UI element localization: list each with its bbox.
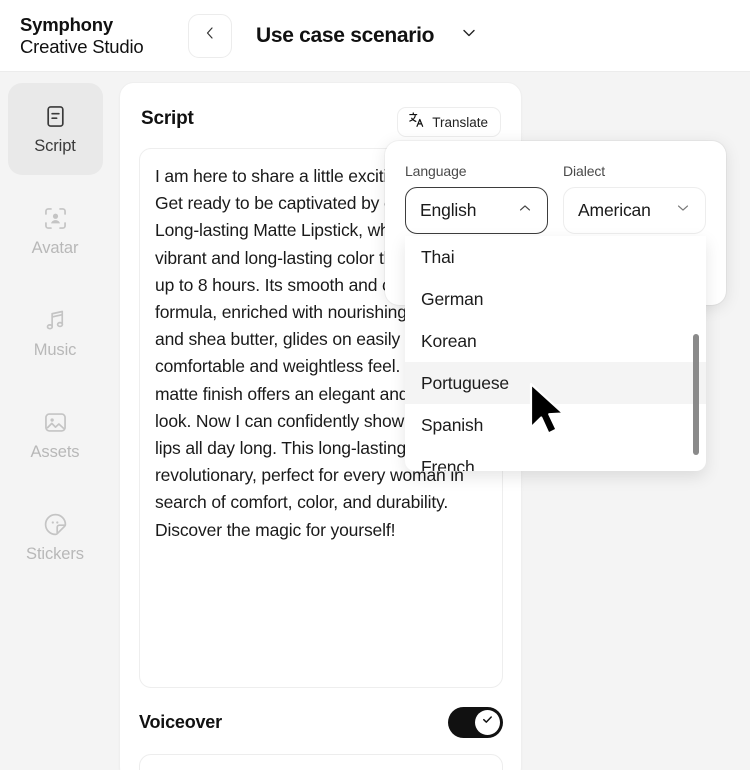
language-option-spanish[interactable]: Spanish <box>405 404 706 446</box>
sidebar-item-assets[interactable]: Assets <box>8 389 103 481</box>
brand-name-line2: Creative Studio <box>20 36 180 57</box>
document-icon <box>42 103 69 130</box>
language-option-thai[interactable]: Thai <box>405 236 706 278</box>
language-option-korean[interactable]: Korean <box>405 320 706 362</box>
sidebar-item-label: Music <box>34 341 77 360</box>
sidebar-item-stickers[interactable]: Stickers <box>8 491 103 583</box>
sidebar-item-script[interactable]: Script <box>8 83 103 175</box>
translate-label: Translate <box>432 115 488 130</box>
sidebar: Script Avatar Music <box>0 73 110 770</box>
app-header: Symphony Creative Studio Use case scenar… <box>0 0 750 72</box>
sidebar-item-label: Assets <box>31 443 80 462</box>
chevron-down-icon <box>675 200 691 221</box>
check-icon <box>481 713 494 731</box>
chevron-down-icon <box>471 766 487 770</box>
language-select[interactable]: English <box>405 187 548 234</box>
language-option-portuguese[interactable]: Portuguese <box>405 362 706 404</box>
script-panel-title: Script <box>141 108 194 130</box>
image-icon <box>42 409 69 436</box>
dialect-select[interactable]: American <box>563 187 706 234</box>
chevron-up-icon <box>517 200 533 221</box>
voiceover-toggle[interactable] <box>448 707 503 738</box>
chevron-left-icon <box>203 26 217 45</box>
language-option-german[interactable]: German <box>405 278 706 320</box>
translate-icon <box>408 111 425 133</box>
dialect-label: Dialect <box>563 163 706 179</box>
sidebar-item-label: Stickers <box>26 545 84 564</box>
avatar-frame-icon <box>42 205 69 232</box>
toggle-knob <box>475 710 500 735</box>
sidebar-item-label: Avatar <box>32 239 79 258</box>
chevron-down-icon <box>460 24 478 47</box>
voiceover-row: Voiceover <box>139 705 503 739</box>
language-select-value: English <box>420 200 517 221</box>
dropdown-scrollbar[interactable] <box>693 334 699 455</box>
sidebar-item-avatar[interactable]: Avatar <box>8 185 103 277</box>
brand-logo: Symphony Creative Studio <box>20 14 180 56</box>
sidebar-item-label: Script <box>34 137 76 156</box>
dialect-select-value: American <box>578 200 675 221</box>
sticker-icon <box>42 511 69 538</box>
translate-button[interactable]: Translate <box>397 107 501 137</box>
music-note-icon <box>42 307 69 334</box>
voice-select-value: Default Voice <box>155 767 471 770</box>
sidebar-item-music[interactable]: Music <box>8 287 103 379</box>
language-label: Language <box>405 163 548 179</box>
back-button[interactable] <box>188 14 232 58</box>
language-option-french[interactable]: French <box>405 446 706 471</box>
voice-select[interactable]: Default Voice <box>139 754 503 770</box>
language-dropdown-list: Thai German Korean Portuguese Spanish Fr… <box>405 236 706 471</box>
scenario-dropdown-button[interactable] <box>460 24 478 47</box>
brand-name-line1: Symphony <box>20 14 180 35</box>
voiceover-label: Voiceover <box>139 712 222 733</box>
page-title: Use case scenario <box>256 24 434 48</box>
